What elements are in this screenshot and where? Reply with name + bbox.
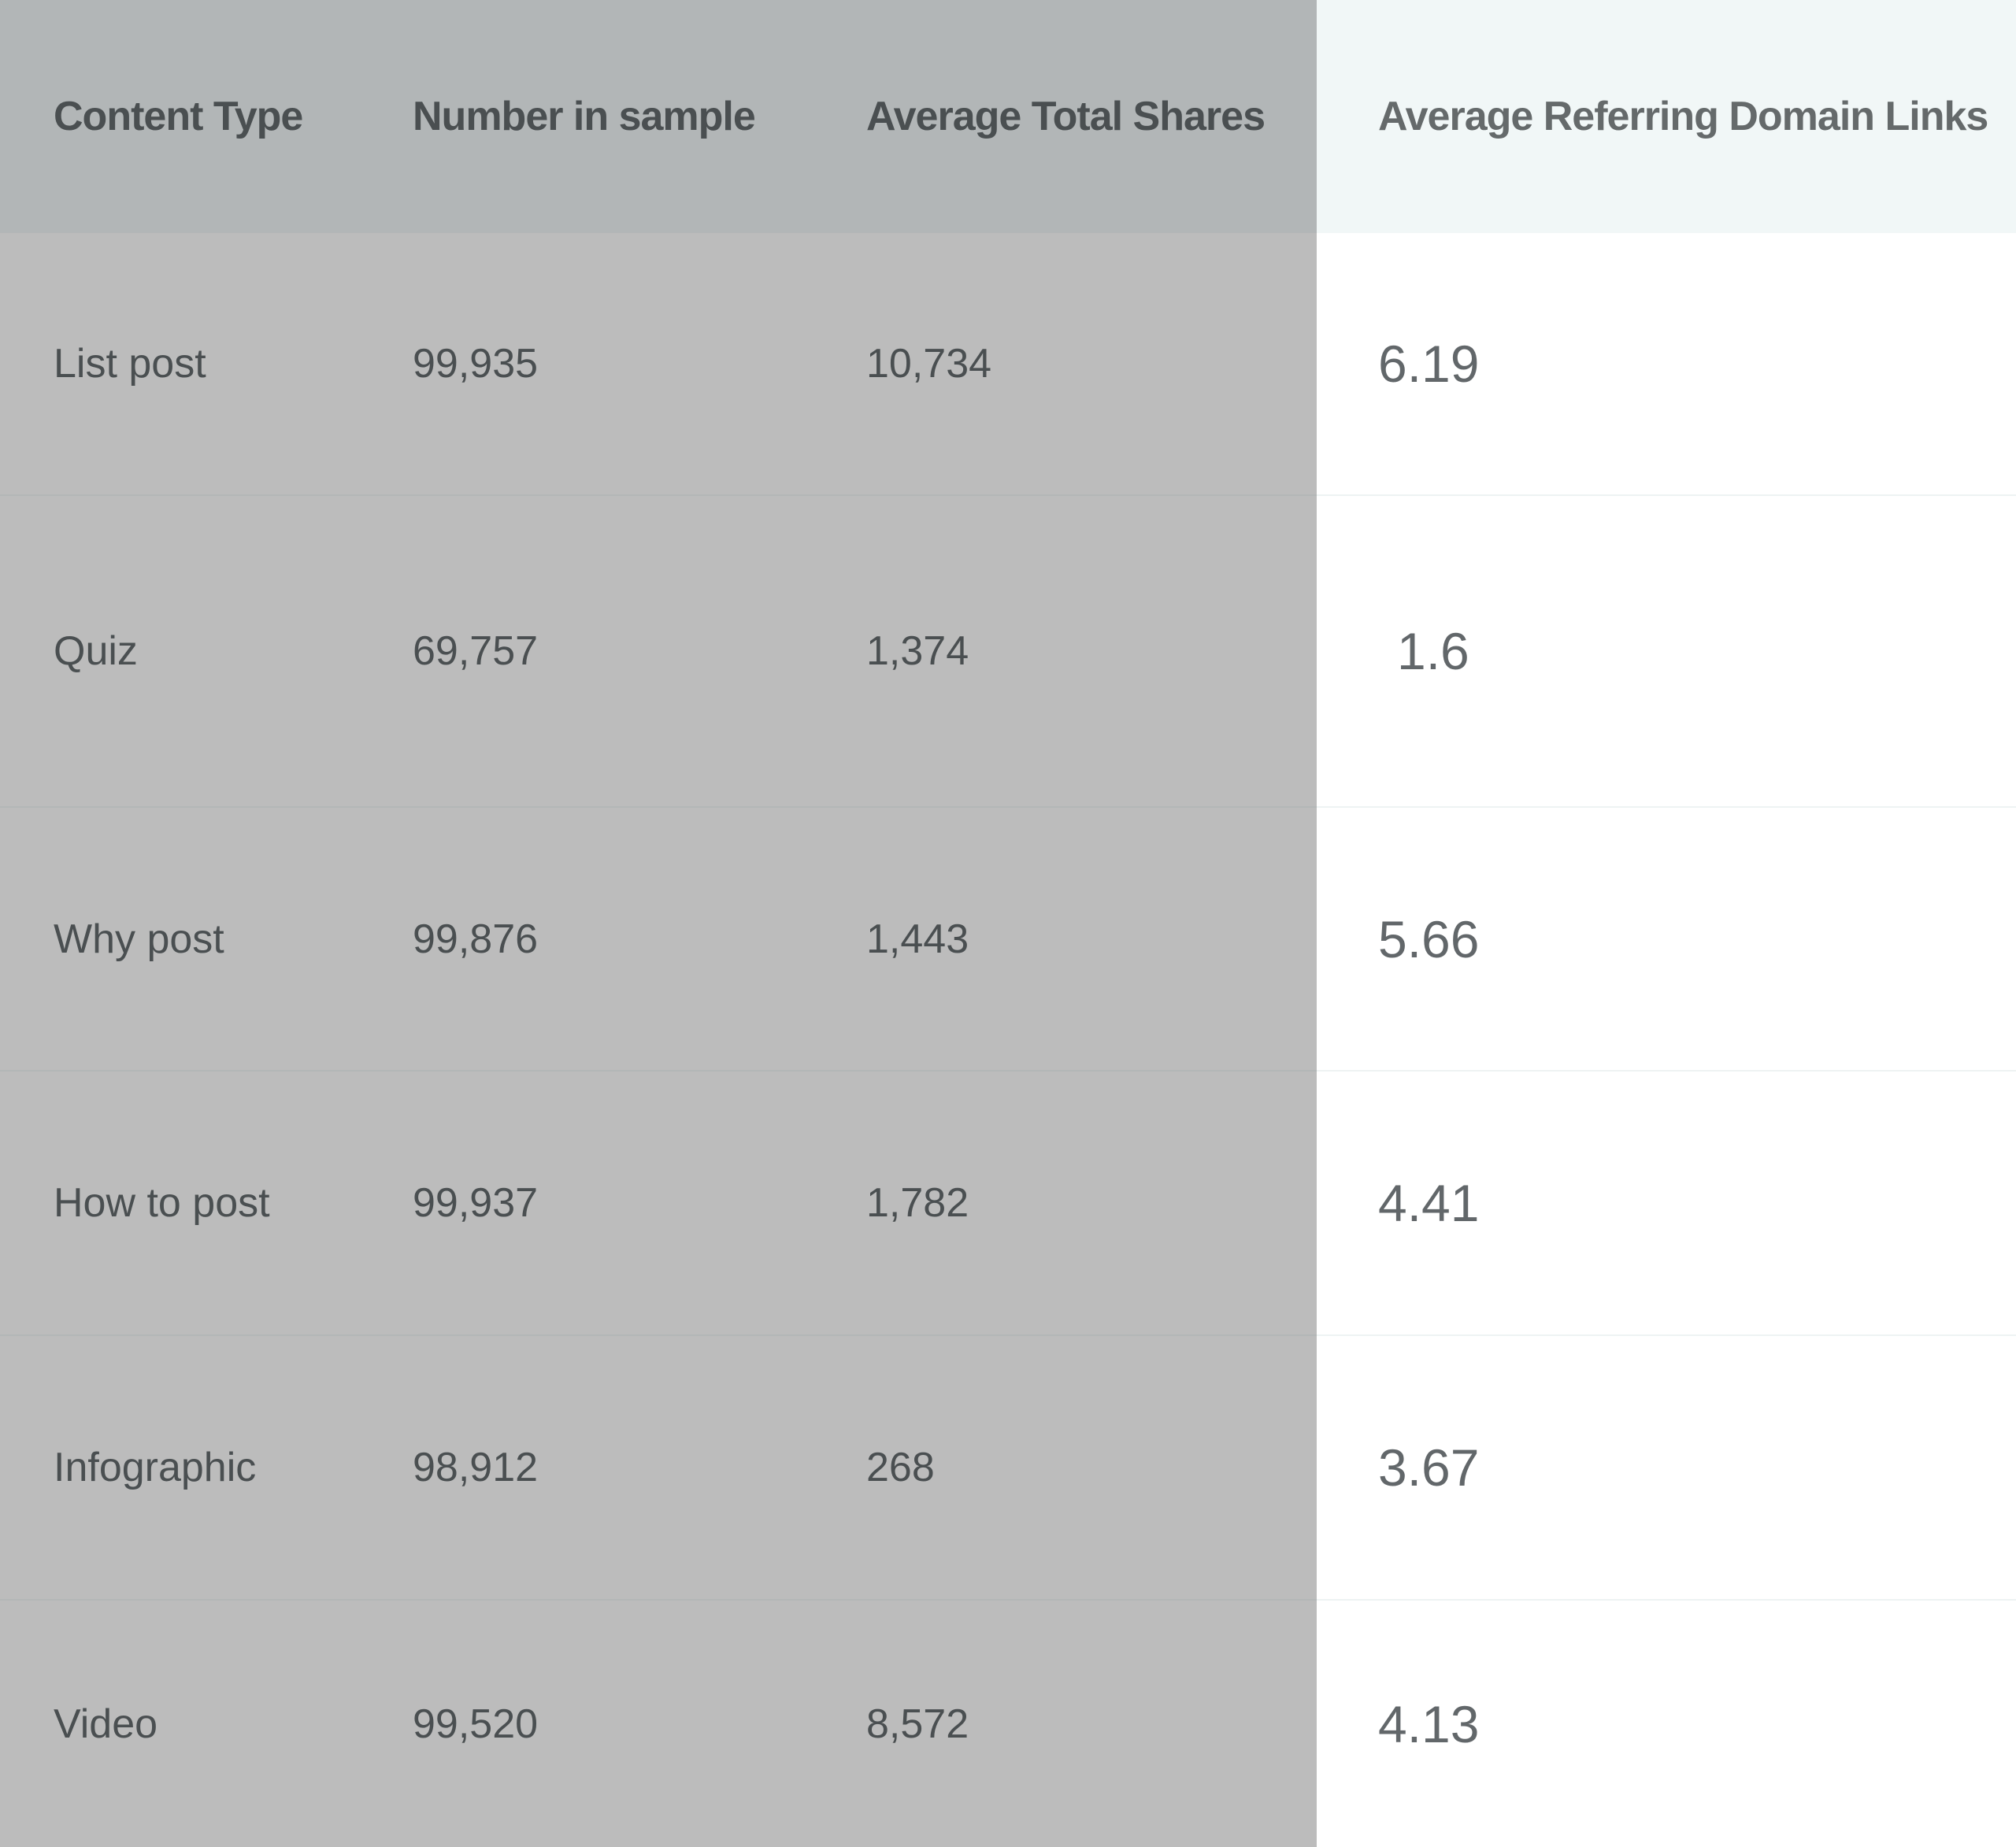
cell-number-in-sample: 99,876	[359, 806, 813, 1071]
content-type-table: Content Type Number in sample Average To…	[0, 0, 2016, 1847]
cell-content-type: Infographic	[0, 1334, 359, 1600]
table-row: How to post 99,937 1,782 4.41	[0, 1070, 2016, 1335]
table-row: Quiz 69,757 1,374 1.6	[0, 494, 2016, 807]
cell-average-total-shares: 1,782	[813, 1070, 1317, 1335]
cell-content-type: Why post	[0, 806, 359, 1071]
cell-average-total-shares: 1,374	[813, 494, 1317, 807]
cell-average-referring-domain-links: 5.66	[1317, 806, 2016, 1071]
cell-average-referring-domain-links: 1.6	[1317, 494, 2016, 807]
header-average-total-shares: Average Total Shares	[813, 0, 1317, 233]
table-row: List post 99,935 10,734 6.19	[0, 233, 2016, 495]
cell-number-in-sample: 99,935	[359, 233, 813, 495]
header-content-type: Content Type	[0, 0, 359, 233]
cell-average-referring-domain-links: 6.19	[1317, 233, 2016, 495]
table-row: Why post 99,876 1,443 5.66	[0, 806, 2016, 1071]
cell-content-type: How to post	[0, 1070, 359, 1335]
cell-number-in-sample: 99,937	[359, 1070, 813, 1335]
header-average-referring-domain-links: Average Referring Domain Links	[1317, 0, 2016, 233]
header-number-in-sample: Number in sample	[359, 0, 813, 233]
cell-number-in-sample: 98,912	[359, 1334, 813, 1600]
cell-content-type: List post	[0, 233, 359, 495]
cell-average-total-shares: 268	[813, 1334, 1317, 1600]
cell-average-total-shares: 1,443	[813, 806, 1317, 1071]
cell-average-referring-domain-links: 4.13	[1317, 1599, 2016, 1847]
cell-content-type: Quiz	[0, 494, 359, 807]
table-row: Video 99,520 8,572 4.13	[0, 1599, 2016, 1847]
table-row: Infographic 98,912 268 3.67	[0, 1334, 2016, 1600]
header-row: Content Type Number in sample Average To…	[0, 0, 2016, 233]
cell-number-in-sample: 69,757	[359, 494, 813, 807]
cell-average-referring-domain-links: 3.67	[1317, 1334, 2016, 1600]
cell-number-in-sample: 99,520	[359, 1599, 813, 1847]
cell-average-total-shares: 8,572	[813, 1599, 1317, 1847]
cell-average-referring-domain-links: 4.41	[1317, 1070, 2016, 1335]
cell-average-total-shares: 10,734	[813, 233, 1317, 495]
cell-content-type: Video	[0, 1599, 359, 1847]
